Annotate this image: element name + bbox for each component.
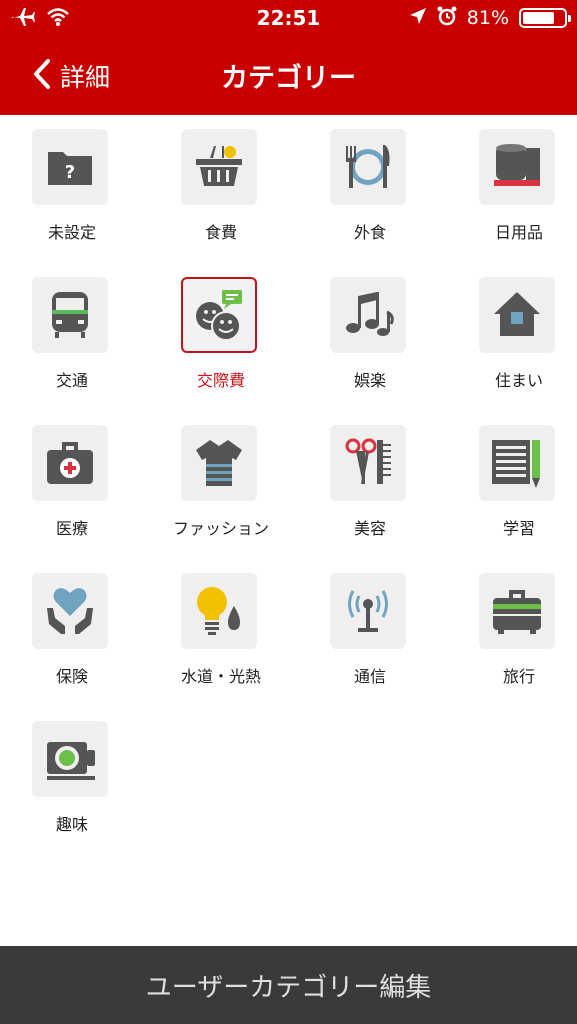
category-label: 学習	[502, 519, 535, 538]
battery-icon	[519, 8, 571, 28]
toilet-paper-icon	[479, 129, 555, 205]
category-label: 水道・光熱	[180, 667, 261, 686]
category-item[interactable]: 交通	[0, 263, 144, 411]
navigation-bar: 詳細 カテゴリー	[0, 38, 577, 115]
category-grid: ? 未設定 食費 外食 日用品交通 交際費 娯楽 住まい医療 ファッション 美容 学習保険 水道・光熱…	[0, 115, 577, 945]
category-label: 住まい	[494, 371, 543, 390]
category-label: 趣味	[55, 815, 88, 834]
train-icon	[32, 277, 108, 353]
category-item[interactable]: 趣味	[0, 707, 144, 855]
category-item[interactable]: 水道・光熱	[149, 559, 293, 707]
category-label: 美容	[353, 519, 386, 538]
category-label: 医療	[55, 519, 88, 538]
category-label: 外食	[353, 223, 386, 242]
svg-text:?: ?	[65, 162, 75, 183]
notebook-pencil-icon	[479, 425, 555, 501]
tshirt-icon	[181, 425, 257, 501]
status-bar: 22:51 81%	[0, 0, 577, 38]
heart-hands-icon	[32, 573, 108, 649]
antenna-icon	[330, 573, 406, 649]
category-item[interactable]: 食費	[149, 115, 293, 263]
category-label: ファッション	[172, 519, 269, 538]
category-item[interactable]: 外食	[298, 115, 442, 263]
category-item[interactable]: ファッション	[149, 411, 293, 559]
folder-question-icon: ?	[32, 129, 108, 205]
category-item[interactable]: 通信	[298, 559, 442, 707]
house-icon	[479, 277, 555, 353]
category-item[interactable]: 医療	[0, 411, 144, 559]
category-label: 交通	[55, 371, 88, 390]
music-notes-icon	[330, 277, 406, 353]
category-item[interactable]: 住まい	[447, 263, 577, 411]
category-item[interactable]: 娯楽	[298, 263, 442, 411]
category-label: 娯楽	[353, 371, 386, 390]
camera-icon	[32, 721, 108, 797]
basket-icon	[181, 129, 257, 205]
suitcase-icon	[479, 573, 555, 649]
category-item[interactable]: 美容	[298, 411, 442, 559]
bulb-drop-icon	[181, 573, 257, 649]
medical-bag-icon	[32, 425, 108, 501]
friends-chat-icon	[181, 277, 257, 353]
category-item[interactable]: ? 未設定	[0, 115, 144, 263]
fork-knife-plate-icon	[330, 129, 406, 205]
category-label: 通信	[353, 667, 386, 686]
category-item[interactable]: 日用品	[447, 115, 577, 263]
location-arrow-icon	[409, 7, 427, 29]
alarm-icon	[437, 6, 457, 30]
category-item[interactable]: 交際費	[149, 263, 293, 411]
category-item[interactable]: 旅行	[447, 559, 577, 707]
category-item[interactable]: 保険	[0, 559, 144, 707]
page-title: カテゴリー	[221, 63, 356, 94]
header: 22:51 81% 詳細 カテゴリー	[0, 0, 577, 115]
user-category-edit-label: ユーザーカテゴリー編集	[145, 972, 432, 1003]
category-label: 旅行	[502, 667, 535, 686]
user-category-edit-button[interactable]: ユーザーカテゴリー編集	[0, 946, 577, 1024]
category-label: 交際費	[196, 371, 245, 390]
category-label: 食費	[204, 223, 237, 242]
category-label: 日用品	[494, 223, 543, 242]
category-label: 保険	[55, 667, 88, 686]
battery-percent: 81%	[466, 7, 509, 29]
category-item[interactable]: 学習	[447, 411, 577, 559]
category-label: 未設定	[47, 223, 96, 242]
scissors-comb-icon	[330, 425, 406, 501]
